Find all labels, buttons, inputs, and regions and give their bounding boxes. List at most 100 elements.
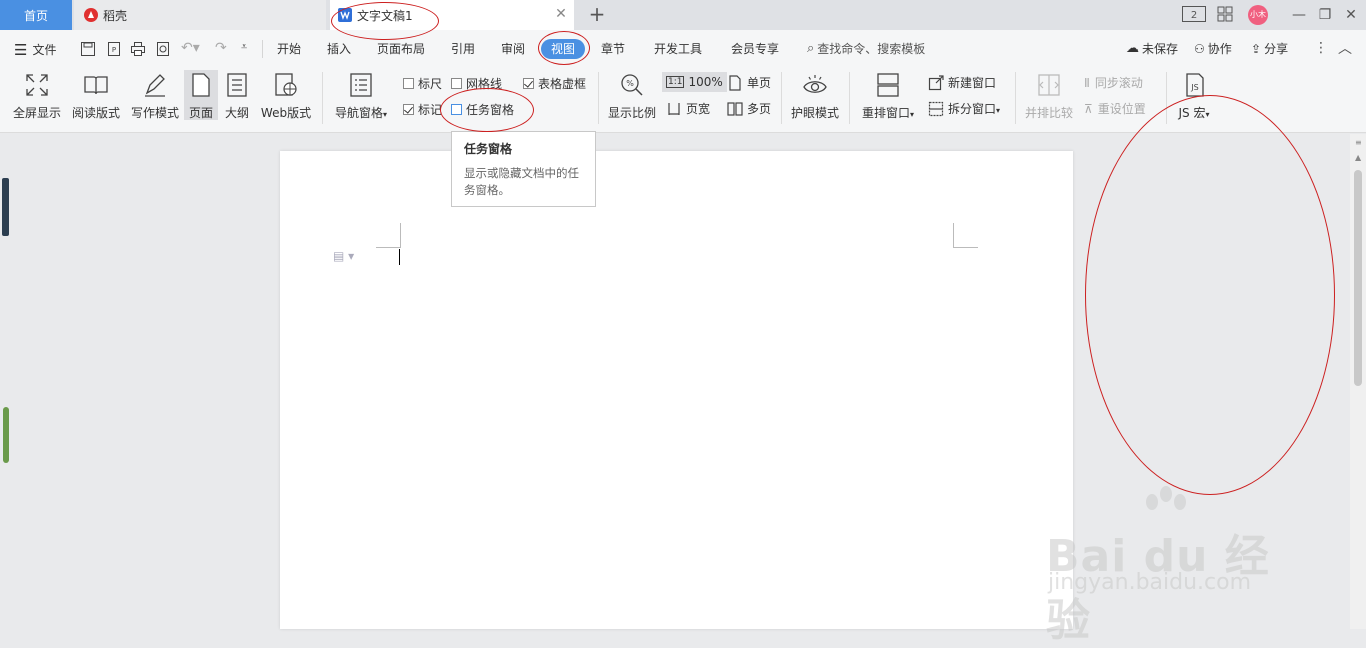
sync-scroll-icon: Ⅱ [1084, 75, 1090, 90]
new-window-button[interactable]: 新建窗口 [928, 74, 996, 91]
ribbon-divider [1166, 72, 1167, 124]
unsaved-label: 未保存 [1142, 42, 1179, 56]
multi-page-button[interactable]: 多页 [727, 100, 771, 117]
page-count-icon[interactable]: 2 [1182, 6, 1206, 24]
unsaved-button[interactable]: ☁ 未保存 [1126, 40, 1178, 57]
navigation-pane-label: 导航窗格▾ [334, 106, 388, 120]
print-preview-icon[interactable] [155, 41, 171, 57]
single-page-label: 单页 [747, 76, 772, 90]
avatar-text: 小木 [1250, 10, 1266, 19]
scroll-split-icon[interactable]: ≡ [1355, 138, 1362, 147]
reset-position-label: 重设位置 [1097, 102, 1146, 116]
svg-text:P: P [112, 46, 116, 54]
tab-review[interactable]: 审阅 [501, 40, 525, 57]
page-view-label: 页面 [188, 106, 213, 120]
redo-icon[interactable]: ↷ [215, 40, 227, 56]
page-width-label: 页宽 [686, 102, 711, 116]
restore-icon[interactable]: ❐ [1316, 6, 1334, 24]
tab-start[interactable]: 开始 [277, 40, 301, 57]
share-button[interactable]: ⇪ 分享 [1251, 40, 1288, 57]
customize-quick-access-icon[interactable]: ⩡ [241, 40, 247, 54]
split-window-label: 拆分窗口▾ [948, 102, 1001, 116]
ruler-checkbox-box[interactable] [403, 78, 414, 89]
scrollbar-thumb[interactable] [1354, 170, 1362, 386]
export-pdf-icon[interactable]: P [106, 41, 122, 57]
more-options-icon[interactable]: ⋮ [1314, 40, 1328, 56]
task-pane-checkbox[interactable]: 任务窗格 [451, 101, 514, 118]
zoom-button[interactable]: % 显示比例 [605, 72, 659, 121]
cloud-icon: ☁ [1126, 41, 1139, 56]
web-layout-button[interactable]: Web版式 [257, 72, 315, 121]
ruler-checkbox[interactable]: 标尺 [403, 75, 442, 92]
tab-reference[interactable]: 引用 [451, 40, 475, 57]
gridlines-label: 网格线 [466, 77, 503, 91]
side-by-side-label: 并排比较 [1024, 106, 1073, 120]
gridlines-checkbox-box[interactable] [451, 78, 462, 89]
table-gridlines-checkbox-box[interactable] [523, 78, 534, 89]
multi-page-icon [727, 101, 743, 116]
reading-mode-label: 阅读版式 [71, 106, 120, 120]
tab-page-layout[interactable]: 页面布局 [377, 40, 425, 57]
table-gridlines-checkbox[interactable]: 表格虚框 [523, 75, 586, 92]
paragraph-layout-icon[interactable]: ▤ ▾ [333, 249, 354, 263]
task-pane-checkbox-box[interactable] [451, 104, 462, 115]
tab-insert[interactable]: 插入 [327, 40, 351, 57]
split-window-button[interactable]: 拆分窗口▾ [928, 100, 1000, 117]
zoom-100-button[interactable]: 1:1 100% [662, 72, 727, 92]
command-search[interactable]: ⌕ 查找命令、搜索模板 [807, 40, 925, 57]
undo-icon[interactable]: ↶▾ [181, 40, 200, 56]
minimize-icon[interactable]: — [1290, 6, 1308, 24]
tab-document[interactable]: 文字文稿1 ✕ [330, 0, 574, 30]
svg-text:%: % [626, 79, 634, 88]
fullscreen-icon [26, 74, 48, 96]
split-window-icon [928, 101, 944, 116]
close-window-icon[interactable]: ✕ [1342, 6, 1360, 24]
watermark-url-text: jingyan.baidu.com [1048, 570, 1252, 595]
compare-icon [1038, 74, 1060, 96]
grid-apps-icon[interactable] [1216, 6, 1234, 24]
multi-page-label: 多页 [747, 102, 772, 116]
eye-protection-button[interactable]: 护眼模式 [788, 72, 842, 121]
reading-mode-button[interactable]: 阅读版式 [68, 72, 124, 121]
tab-chapter[interactable]: 章节 [601, 40, 625, 57]
new-window-label: 新建窗口 [948, 76, 997, 90]
file-menu-button[interactable]: ☰ 文件 [14, 41, 56, 58]
tab-member[interactable]: 会员专享 [731, 40, 779, 57]
close-tab-icon[interactable]: ✕ [554, 7, 568, 21]
left-panel-handle[interactable] [2, 178, 9, 236]
writing-mode-label: 写作模式 [130, 106, 179, 120]
text-cursor [399, 249, 400, 265]
gridlines-checkbox[interactable]: 网格线 [451, 75, 502, 92]
outline-button[interactable]: 大纲 [221, 72, 253, 121]
tab-devtools[interactable]: 开发工具 [654, 40, 702, 57]
tab-view[interactable]: 视图 [541, 39, 585, 59]
marks-checkbox-box[interactable] [403, 104, 414, 115]
share-label: 分享 [1264, 42, 1289, 56]
baidu-watermark: Bai du 经验 jingyan.baidu.com [1046, 484, 1306, 646]
page-width-button[interactable]: 页宽 [666, 100, 710, 117]
navigation-pane-button[interactable]: 导航窗格▾ [330, 72, 392, 121]
share-icon: ⇪ [1251, 41, 1262, 56]
fullscreen-button[interactable]: 全屏显示 [10, 72, 64, 121]
writing-mode-button[interactable]: 写作模式 [128, 72, 182, 121]
marks-checkbox[interactable]: 标记 [403, 101, 442, 118]
tab-home[interactable]: 首页 [0, 0, 72, 30]
rearrange-windows-button[interactable]: 重排窗口▾ [857, 72, 919, 121]
new-tab-button[interactable]: + [588, 4, 606, 24]
collaborate-button[interactable]: ⚇ 协作 [1194, 40, 1232, 57]
outline-label: 大纲 [224, 106, 249, 120]
ratio-1to1-icon: 1:1 [666, 76, 685, 88]
user-avatar[interactable]: 小木 [1248, 5, 1268, 25]
scroll-up-icon[interactable]: ▲ [1355, 153, 1361, 162]
save-icon[interactable] [80, 41, 96, 57]
tooltip-description: 显示或隐藏文档中的任务窗格。 [464, 166, 579, 197]
tab-daoke[interactable]: 稻壳 [74, 0, 326, 30]
task-pane-tooltip: 任务窗格 显示或隐藏文档中的任务窗格。 [451, 131, 596, 207]
print-icon[interactable] [130, 41, 146, 57]
collapse-ribbon-icon[interactable]: ︿ [1338, 38, 1352, 58]
sync-scroll-button: Ⅱ 同步滚动 [1084, 74, 1143, 91]
js-macro-button[interactable]: JS JS 宏▾ [1172, 72, 1216, 121]
page-view-button[interactable]: 页面 [184, 70, 218, 120]
single-page-button[interactable]: 单页 [727, 74, 771, 91]
marks-label: 标记 [418, 103, 443, 117]
